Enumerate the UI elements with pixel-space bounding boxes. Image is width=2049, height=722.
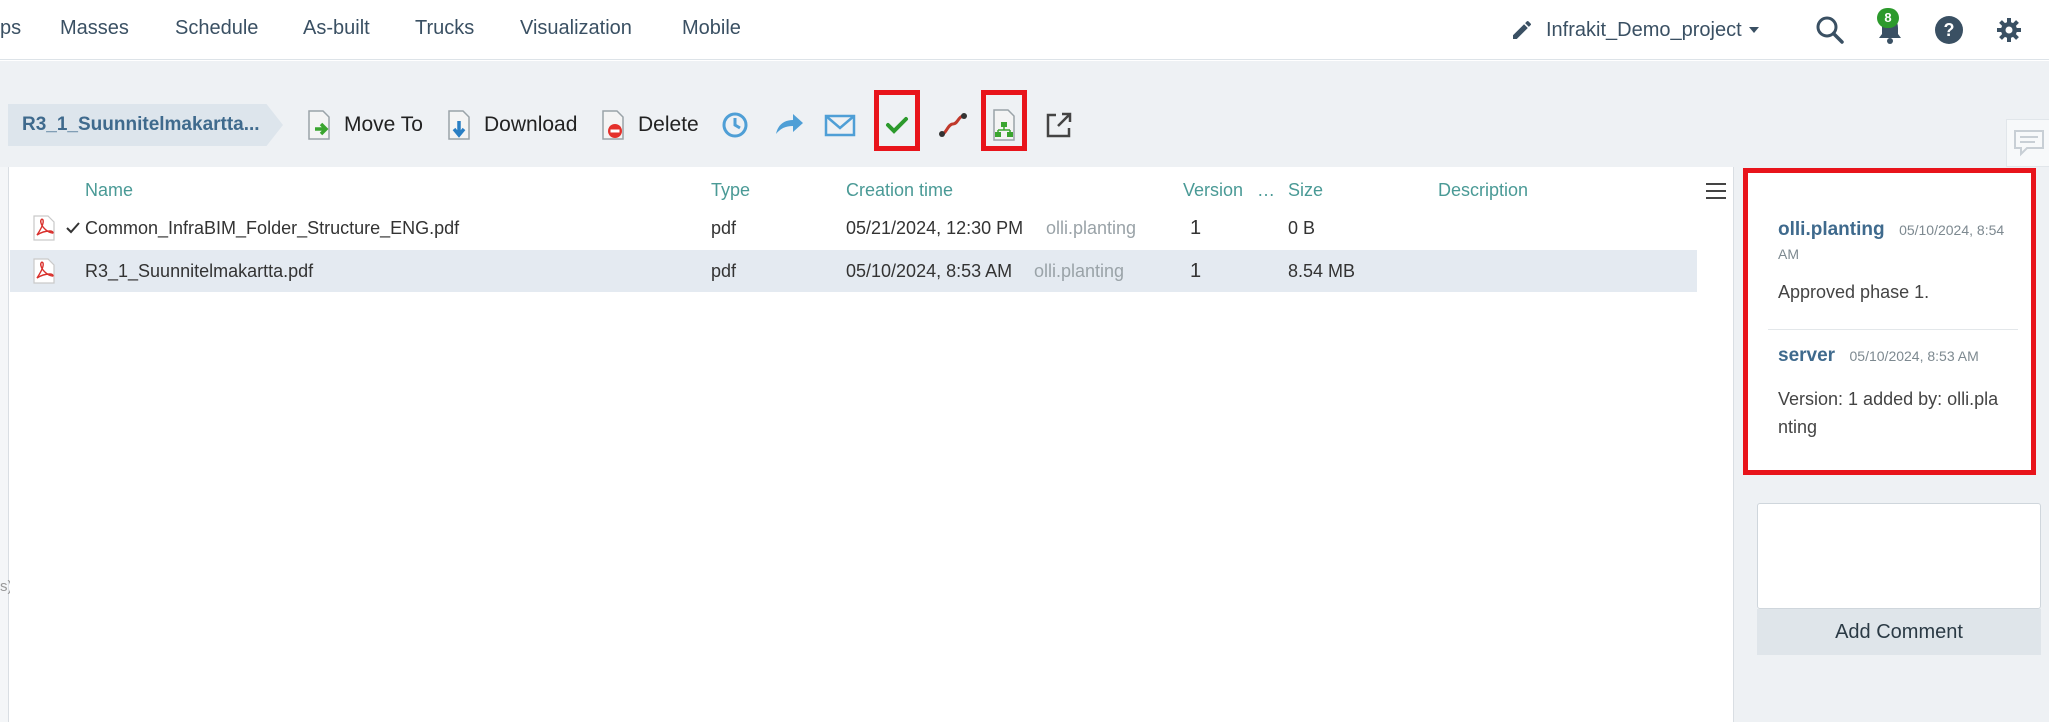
move-file-icon <box>308 110 330 140</box>
breadcrumb[interactable]: R3_1_Suunnitelmakartta... <box>8 104 283 146</box>
file-type: pdf <box>711 261 737 281</box>
comment-item: server 05/10/2024, 8:53 AM Version: 1 ad… <box>1778 342 2018 441</box>
nav-item-masses[interactable]: Masses <box>60 17 129 40</box>
file-size: 0 B <box>1288 218 1316 238</box>
pdf-file-icon <box>33 258 55 284</box>
table-row-selected[interactable]: R3_1_Suunnitelmakartta.pdf pdf 05/10/202… <box>10 250 1697 292</box>
column-header-type[interactable]: Type <box>711 180 750 201</box>
comment-time: 05/10/2024, 8:54 <box>1899 222 2005 238</box>
delete-button[interactable]: Delete <box>600 104 699 146</box>
file-version: 1 <box>1190 217 1202 239</box>
svg-text:?: ? <box>1944 20 1955 40</box>
column-header-description[interactable]: Description <box>1438 180 1528 201</box>
comment-input[interactable] <box>1757 503 2041 609</box>
column-header-version[interactable]: Version <box>1183 180 1243 201</box>
column-header-more[interactable]: … <box>1257 180 1275 201</box>
file-name[interactable]: Common_InfraBIM_Folder_Structure_ENG.pdf <box>85 218 459 239</box>
file-size: 8.54 MB <box>1288 261 1356 281</box>
comment-divider <box>1768 329 2018 330</box>
file-type: pdf <box>711 218 737 238</box>
nav-item-maps[interactable]: ps <box>0 17 21 40</box>
nav-item-schedule[interactable]: Schedule <box>175 17 258 40</box>
help-icon[interactable]: ? <box>1933 14 1965 46</box>
table-row[interactable]: Common_InfraBIM_Folder_Structure_ENG.pdf… <box>10 207 1697 249</box>
created-by-user: olli.planting <box>1034 261 1125 281</box>
comment-author[interactable]: server <box>1778 345 1835 366</box>
comment-author[interactable]: olli.planting <box>1778 219 1885 240</box>
nav-item-visualization[interactable]: Visualization <box>520 17 632 40</box>
pdf-file-icon <box>33 215 55 241</box>
chat-toggle[interactable] <box>2006 119 2049 167</box>
column-header-name[interactable]: Name <box>85 180 133 201</box>
notification-badge: 8 <box>1877 8 1899 28</box>
delete-file-icon <box>602 110 624 140</box>
share-arrow-icon[interactable] <box>772 108 806 142</box>
comment-item: olli.planting 05/10/2024, 8:54 AM Approv… <box>1778 216 2018 306</box>
project-selector[interactable]: Infrakit_Demo_project <box>1510 0 1760 60</box>
column-header-creation-time[interactable]: Creation time <box>846 180 953 201</box>
file-structure-icon[interactable] <box>987 108 1021 142</box>
column-header-size[interactable]: Size <box>1288 180 1323 201</box>
caret-down-icon <box>1748 27 1759 33</box>
add-comment-button[interactable]: Add Comment <box>1757 609 2041 655</box>
left-collapsed-panel[interactable] <box>0 167 9 722</box>
created-by-user: olli.planting <box>1046 218 1137 238</box>
gear-icon[interactable] <box>1993 14 2025 46</box>
comment-text: Version: 1 added by: olli.pla <box>1778 389 1999 409</box>
delete-label: Delete <box>638 113 699 136</box>
comment-text: Approved phase 1. <box>1778 282 1930 302</box>
download-file-icon <box>448 110 470 140</box>
pencil-icon <box>1513 21 1531 39</box>
search-icon[interactable] <box>1814 14 1846 46</box>
move-to-label: Move To <box>344 113 423 136</box>
comment-time: 05/10/2024, 8:53 AM <box>1849 348 1979 364</box>
approve-check-icon[interactable] <box>880 108 914 142</box>
file-name[interactable]: R3_1_Suunnitelmakartta.pdf <box>85 261 313 282</box>
download-label: Download <box>484 113 578 136</box>
comments-list: olli.planting 05/10/2024, 8:54 AM Approv… <box>1743 168 2036 475</box>
open-external-icon[interactable] <box>1042 108 1076 142</box>
top-navigation: ps Masses Schedule As-built Trucks Visua… <box>0 0 2049 60</box>
comment-time-cont: AM <box>1778 246 1799 262</box>
chat-bubble-icon <box>2014 130 2044 157</box>
column-menu-icon[interactable] <box>1706 183 1726 199</box>
comment-text-cont: nting <box>1778 417 1818 437</box>
nav-item-as-built[interactable]: As-built <box>303 17 370 40</box>
history-clock-icon[interactable] <box>718 108 752 142</box>
checkmark-icon <box>66 222 80 234</box>
move-to-button[interactable]: Move To <box>306 104 423 146</box>
workflow-link-icon[interactable] <box>936 108 970 142</box>
download-button[interactable]: Download <box>446 104 577 146</box>
creation-time: 05/10/2024, 8:53 AM <box>846 261 1013 281</box>
nav-item-mobile[interactable]: Mobile <box>682 17 741 40</box>
nav-item-trucks[interactable]: Trucks <box>415 17 474 40</box>
file-version: 1 <box>1190 260 1202 282</box>
project-name: Infrakit_Demo_project <box>1546 18 1742 41</box>
email-icon[interactable] <box>823 108 857 142</box>
creation-time: 05/21/2024, 12:30 PM <box>846 218 1024 238</box>
